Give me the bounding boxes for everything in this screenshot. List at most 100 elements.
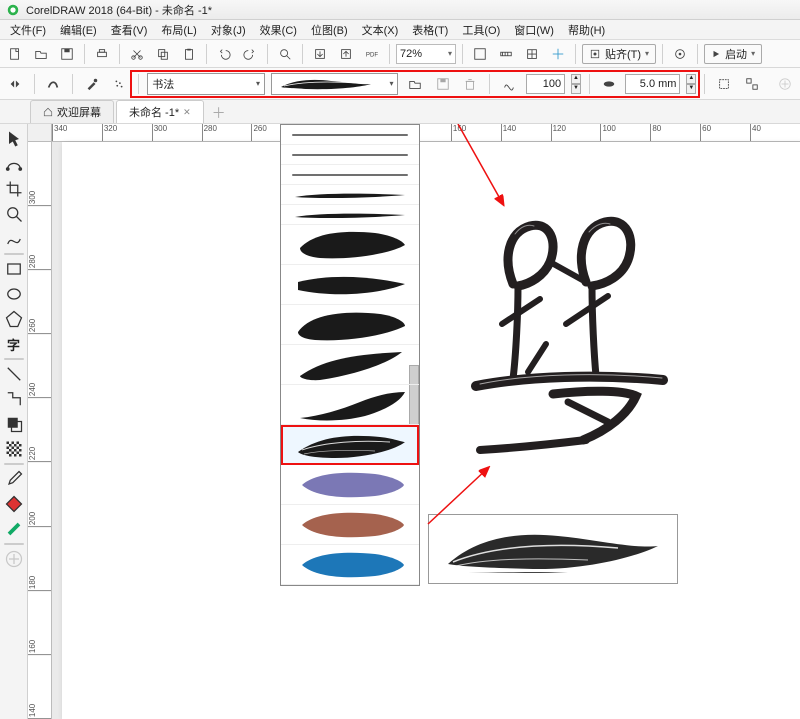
save-preset-button[interactable] xyxy=(432,73,454,95)
tab-welcome[interactable]: 欢迎屏幕 xyxy=(30,100,114,123)
stroke-preset-item[interactable] xyxy=(281,125,419,145)
fill-tool[interactable] xyxy=(3,493,25,515)
menu-window[interactable]: 窗口(W) xyxy=(508,20,560,40)
outline-tool[interactable] xyxy=(3,518,25,540)
launch-dropdown[interactable]: 启动 ▾ xyxy=(704,44,762,64)
separator xyxy=(302,44,303,64)
smoothing-icon xyxy=(498,73,520,95)
menu-layout[interactable]: 布局(L) xyxy=(155,20,202,40)
separator xyxy=(589,74,590,94)
brush-tool-icon[interactable] xyxy=(81,73,103,95)
menu-effects[interactable]: 效果(C) xyxy=(254,20,303,40)
shape-tool[interactable] xyxy=(3,153,25,175)
stroke-preset-item[interactable] xyxy=(281,505,419,545)
bounding-button[interactable] xyxy=(741,73,763,95)
redo-button[interactable] xyxy=(239,43,261,65)
stroke-preset-item[interactable] xyxy=(281,165,419,185)
dimension-tool[interactable] xyxy=(3,363,25,385)
separator xyxy=(84,44,85,64)
width-spinner[interactable]: ▲▼ xyxy=(686,74,696,94)
stroke-category-value: 书法 xyxy=(152,76,174,92)
paste-button[interactable] xyxy=(178,43,200,65)
menu-bitmaps[interactable]: 位图(B) xyxy=(305,20,354,40)
stroke-width-value[interactable]: 5.0 mm xyxy=(625,74,680,94)
pdf-button[interactable]: PDF xyxy=(361,43,383,65)
menu-help[interactable]: 帮助(H) xyxy=(562,20,611,40)
stroke-preset-item[interactable] xyxy=(281,465,419,505)
stroke-preset-item[interactable] xyxy=(281,345,419,385)
menu-table[interactable]: 表格(T) xyxy=(406,20,454,40)
stroke-preset-item[interactable] xyxy=(281,205,419,225)
separator xyxy=(389,44,390,64)
canvas-area[interactable]: 340320300280260160140120100806040 300280… xyxy=(28,124,800,719)
search-button[interactable] xyxy=(274,43,296,65)
zoom-level-combo[interactable]: 72% xyxy=(396,44,456,64)
menubar: 文件(F) 编辑(E) 查看(V) 布局(L) 对象(J) 效果(C) 位图(B… xyxy=(0,20,800,40)
undo-button[interactable] xyxy=(213,43,235,65)
add-button[interactable] xyxy=(774,73,796,95)
new-doc-button[interactable] xyxy=(4,43,26,65)
separator xyxy=(4,358,24,360)
fullscreen-button[interactable] xyxy=(469,43,491,65)
menu-file[interactable]: 文件(F) xyxy=(4,20,52,40)
rulers-button[interactable] xyxy=(495,43,517,65)
tab-document[interactable]: 未命名 -1* ✕ xyxy=(116,100,204,123)
guides-button[interactable] xyxy=(547,43,569,65)
mirror-h-button[interactable] xyxy=(4,73,26,95)
browse-folder-button[interactable] xyxy=(404,73,426,95)
close-icon[interactable]: ✕ xyxy=(183,107,191,118)
workspace: 字 340320300280260160140120100806040 3002… xyxy=(0,124,800,719)
ellipse-tool[interactable] xyxy=(3,283,25,305)
copy-button[interactable] xyxy=(152,43,174,65)
menu-view[interactable]: 查看(V) xyxy=(105,20,154,40)
rectangle-tool[interactable] xyxy=(3,258,25,280)
options-button[interactable] xyxy=(669,43,691,65)
preset-brush-button[interactable] xyxy=(43,73,65,95)
print-button[interactable] xyxy=(91,43,113,65)
menu-object[interactable]: 对象(J) xyxy=(205,20,252,40)
stroke-preset-item[interactable] xyxy=(281,145,419,165)
bbox-button[interactable] xyxy=(713,73,735,95)
dropshadow-tool[interactable] xyxy=(3,413,25,435)
delete-preset-button[interactable] xyxy=(460,73,482,95)
grid-button[interactable] xyxy=(521,43,543,65)
export-button[interactable] xyxy=(335,43,357,65)
stroke-preset-item[interactable] xyxy=(281,225,419,265)
cut-button[interactable] xyxy=(126,43,148,65)
add-tab-button[interactable]: ＋ xyxy=(212,103,226,123)
stroke-preset-item[interactable] xyxy=(281,305,419,345)
zoom-tool[interactable] xyxy=(3,203,25,225)
freehand-tool[interactable] xyxy=(3,228,25,250)
open-button[interactable] xyxy=(30,43,52,65)
stroke-category-combo[interactable]: 书法 ▾ xyxy=(147,73,265,95)
snap-dropdown[interactable]: 贴齐(T) ▾ xyxy=(582,44,656,64)
menu-edit[interactable]: 编辑(E) xyxy=(54,20,103,40)
connector-tool[interactable] xyxy=(3,388,25,410)
separator xyxy=(34,74,35,94)
import-button[interactable] xyxy=(309,43,331,65)
menu-text[interactable]: 文本(X) xyxy=(356,20,405,40)
spray-tool-icon[interactable] xyxy=(109,73,131,95)
stroke-preview-thumb xyxy=(276,77,376,91)
save-button[interactable] xyxy=(56,43,78,65)
stroke-preset-item[interactable] xyxy=(281,545,419,585)
svg-text:PDF: PDF xyxy=(366,51,378,58)
stroke-preset-item[interactable] xyxy=(281,265,419,305)
pick-tool[interactable] xyxy=(3,128,25,150)
menu-tools[interactable]: 工具(O) xyxy=(456,20,506,40)
smoothing-value[interactable]: 100 xyxy=(526,74,565,94)
text-tool[interactable]: 字 xyxy=(3,333,25,355)
stroke-preset-item[interactable] xyxy=(281,425,419,465)
stroke-preset-dropdown[interactable] xyxy=(280,124,420,586)
stroke-preset-combo[interactable]: ▾ xyxy=(271,73,399,95)
eyedropper-tool[interactable] xyxy=(3,468,25,490)
stroke-preset-item[interactable] xyxy=(281,385,419,425)
polygon-tool[interactable] xyxy=(3,308,25,330)
stroke-preset-item[interactable] xyxy=(281,185,419,205)
crop-tool[interactable] xyxy=(3,178,25,200)
add-tool-button[interactable] xyxy=(3,548,25,570)
toolbox: 字 xyxy=(0,124,28,719)
smoothing-spinner[interactable]: ▲▼ xyxy=(571,74,581,94)
transparency-tool[interactable] xyxy=(3,438,25,460)
separator xyxy=(4,463,24,465)
